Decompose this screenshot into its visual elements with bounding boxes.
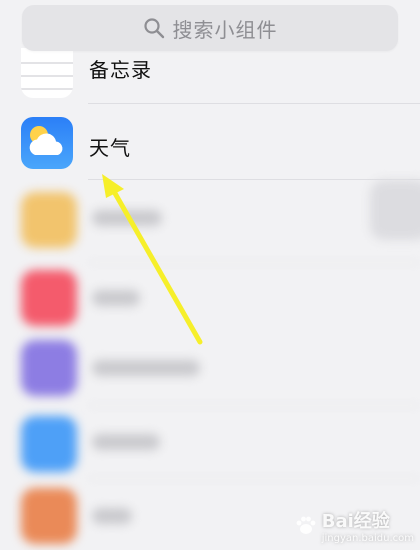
row-divider (88, 103, 420, 104)
blurred-text (92, 360, 200, 376)
blurred-text (92, 210, 162, 226)
blurred-icon (21, 192, 77, 248)
blurred-text (92, 290, 140, 306)
watermark-subtext: jingyan.baidu.com (321, 533, 414, 544)
widget-label-weather[interactable]: 天气 (89, 132, 131, 161)
weather-icon[interactable] (21, 117, 73, 169)
row-divider (88, 405, 420, 406)
memo-icon[interactable] (21, 48, 73, 98)
blurred-text (92, 434, 160, 450)
search-icon (143, 18, 164, 39)
blurred-text (92, 508, 132, 524)
blurred-icon (21, 416, 77, 472)
search-placeholder: 搜索小组件 (172, 17, 278, 42)
blurred-side-block (370, 180, 420, 240)
row-divider (88, 478, 420, 479)
blurred-icon (21, 488, 77, 544)
search-bar[interactable]: 搜索小组件 (22, 5, 398, 51)
blurred-icon (21, 340, 77, 396)
widget-list: 备忘录 天气 (0, 0, 420, 550)
blurred-widget-rows (0, 180, 420, 550)
paw-logo-icon (296, 516, 316, 534)
widget-label-memo[interactable]: 备忘录 (89, 54, 152, 83)
row-divider (88, 262, 420, 263)
watermark-text: Bai经验 (321, 511, 390, 532)
blurred-icon (21, 270, 77, 326)
watermark: Bai经验 jingyan.baidu.com (294, 507, 414, 544)
